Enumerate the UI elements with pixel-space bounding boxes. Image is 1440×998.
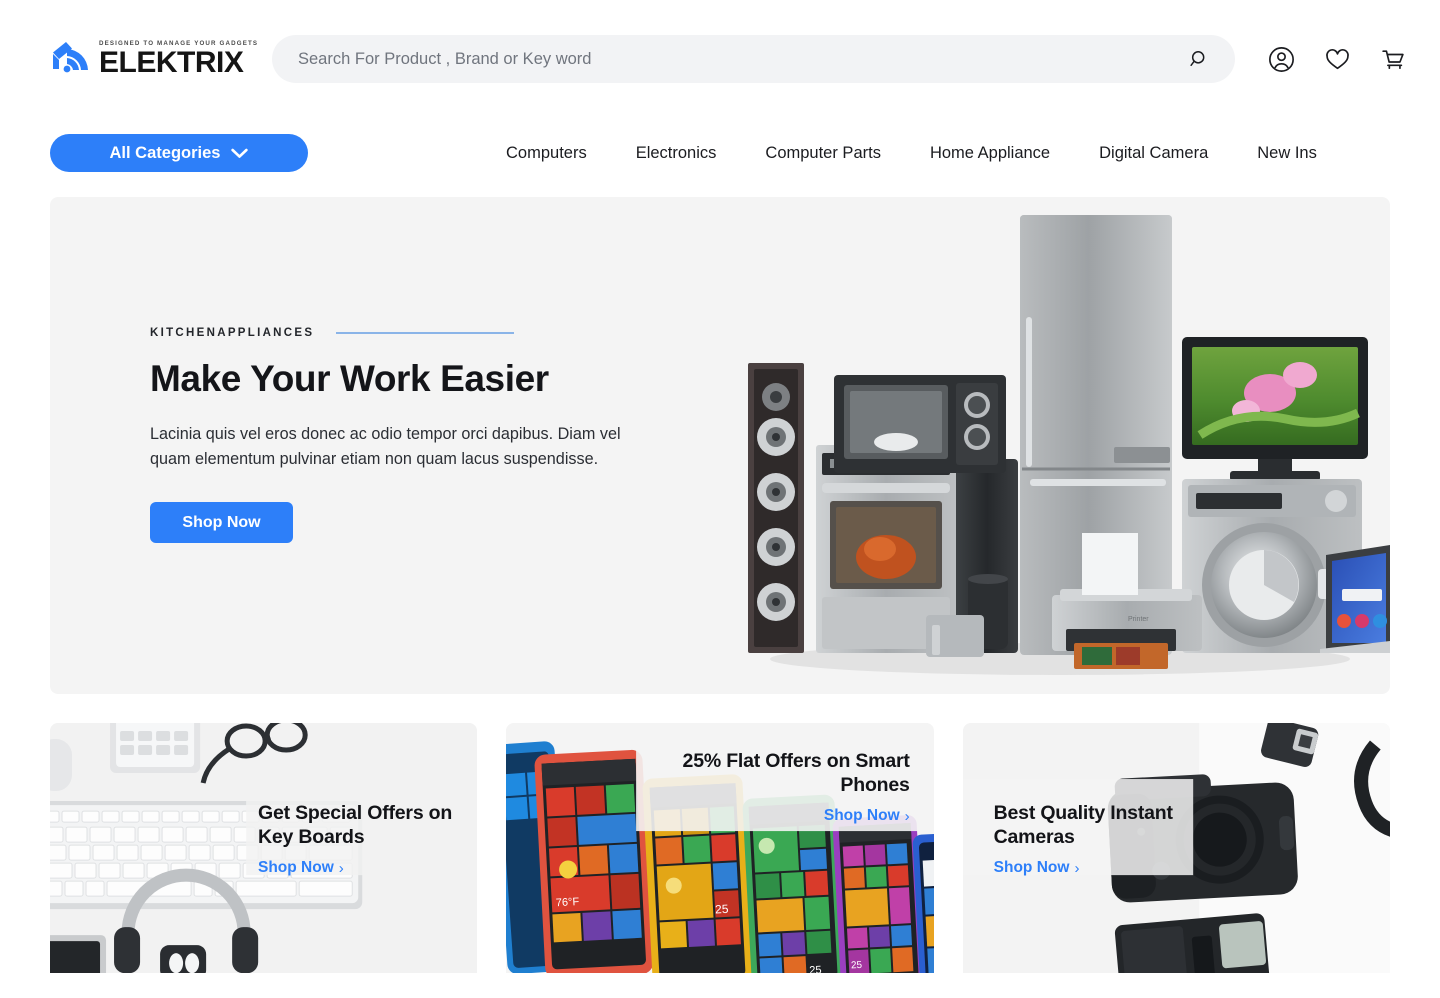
chevron-right-icon: ›	[338, 859, 344, 877]
promo-card-title: Best Quality Instant Cameras	[993, 802, 1173, 848]
nav-link-home-appliance[interactable]: Home Appliance	[930, 144, 1050, 163]
hero-shop-now-button[interactable]: Shop Now	[150, 502, 293, 543]
brand-name: ELEKTRIX	[99, 46, 244, 79]
account-icon[interactable]	[1268, 46, 1295, 73]
primary-nav: All Categories Computers Electronics Com…	[0, 118, 1440, 188]
search-bar[interactable]	[272, 35, 1235, 83]
nav-link-digital-camera[interactable]: Digital Camera	[1099, 144, 1208, 163]
promo-shop-now-label: Shop Now	[823, 807, 900, 824]
promo-shop-now-link[interactable]: Shop Now ›	[994, 859, 1080, 877]
svg-text:76°F: 76°F	[556, 896, 580, 909]
hero-eyebrow-row: KITCHENAPPLIANCES	[150, 327, 610, 339]
promo-card-smartphones[interactable]: 76°F 25 25 25 25% Flat Offers on Smart P…	[506, 723, 934, 973]
search-input[interactable]	[298, 49, 1185, 69]
svg-text:25: 25	[809, 964, 822, 973]
header-icon-group	[1268, 46, 1407, 73]
brand-logo[interactable]: DESIGNED TO MANAGE YOUR GADGETS ELEKTRIX	[50, 39, 257, 79]
nav-link-computers[interactable]: Computers	[506, 144, 587, 163]
nav-link-electronics[interactable]: Electronics	[636, 144, 717, 163]
chevron-down-icon	[231, 148, 249, 158]
promo-shop-now-link[interactable]: Shop Now ›	[824, 807, 910, 825]
svg-text:25: 25	[715, 902, 729, 917]
cart-icon[interactable]	[1380, 46, 1407, 73]
hero-eyebrow: KITCHENAPPLIANCES	[150, 327, 315, 339]
elektrix-logo-icon	[53, 42, 88, 73]
hero-description: Lacinia quis vel eros donec ac odio temp…	[150, 425, 621, 468]
promo-card-copy: 25% Flat Offers on Smart Phones Shop Now…	[640, 749, 910, 825]
wishlist-heart-icon[interactable]	[1324, 46, 1351, 73]
chevron-right-icon: ›	[1074, 859, 1080, 877]
nav-link-list: Computers Electronics Computer Parts Hom…	[506, 144, 1317, 163]
promo-shop-now-label: Shop Now	[993, 859, 1070, 876]
svg-text:Printer: Printer	[1128, 616, 1149, 623]
hero-title: Make Your Work Easier	[150, 358, 549, 399]
promo-card-copy: Get Special Offers on Key Boards Shop No…	[258, 801, 468, 877]
hero-banner: KITCHENAPPLIANCES Make Your Work Easier …	[50, 197, 1390, 694]
promo-card-cameras[interactable]: Best Quality Instant Cameras Shop Now ›	[962, 723, 1390, 973]
promo-shop-now-link[interactable]: Shop Now ›	[258, 859, 344, 877]
promo-card-copy: Best Quality Instant Cameras Shop Now ›	[994, 801, 1224, 877]
all-categories-label: All Categories	[109, 143, 221, 162]
promo-card-title: 25% Flat Offers on Smart Phones	[682, 750, 910, 796]
chevron-right-icon: ›	[904, 807, 910, 825]
promo-card-title: Get Special Offers on Key Boards	[258, 802, 453, 848]
promo-shop-now-label: Shop Now	[258, 859, 334, 876]
promo-card-row: Get Special Offers on Key Boards Shop No…	[50, 723, 1390, 973]
promo-card-keyboards[interactable]: Get Special Offers on Key Boards Shop No…	[50, 723, 478, 973]
hero-appliances-image: Printer	[748, 215, 1390, 675]
hero-eyebrow-rule	[336, 332, 515, 334]
hero-copy: KITCHENAPPLIANCES Make Your Work Easier …	[50, 197, 621, 694]
all-categories-button[interactable]: All Categories	[50, 134, 308, 172]
nav-link-computer-parts[interactable]: Computer Parts	[765, 144, 881, 163]
nav-link-new-ins[interactable]: New Ins	[1257, 144, 1317, 163]
search-icon	[1189, 50, 1204, 66]
site-header: DESIGNED TO MANAGE YOUR GADGETS ELEKTRIX	[0, 0, 1440, 118]
svg-text:25: 25	[851, 960, 863, 972]
search-submit-button[interactable]	[1185, 45, 1213, 73]
